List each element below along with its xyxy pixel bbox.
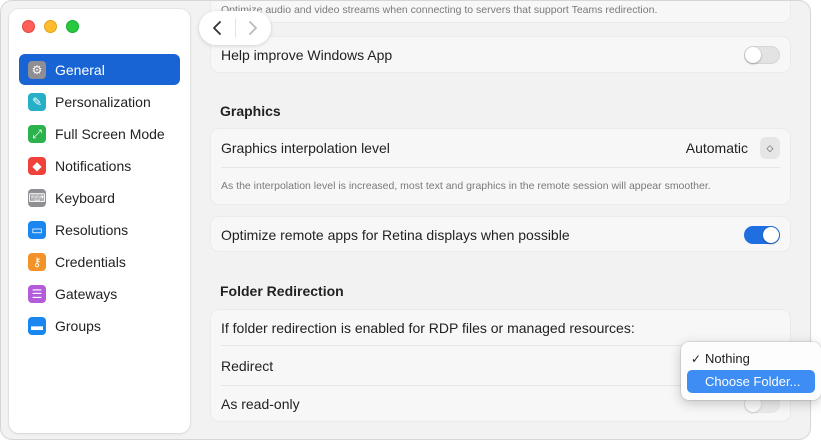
redirect-popup-menu: ✓ Nothing Choose Folder... bbox=[681, 342, 821, 400]
graphics-heading: Graphics bbox=[220, 103, 281, 119]
retina-card: Optimize remote apps for Retina displays… bbox=[210, 216, 791, 252]
bell-icon: ◆ bbox=[28, 156, 46, 175]
folder-intro-text: If folder redirection is enabled for RDP… bbox=[221, 319, 635, 336]
brush-icon: ✎ bbox=[28, 92, 46, 111]
sidebar-item-label: Keyboard bbox=[55, 189, 115, 206]
fullscreen-icon: ⤢ bbox=[28, 124, 46, 143]
gear-icon: ⚙ bbox=[28, 60, 46, 79]
sidebar-item-label: Full Screen Mode bbox=[55, 125, 165, 142]
folder-icon: ▬ bbox=[28, 316, 46, 335]
sidebar-item-label: Notifications bbox=[55, 157, 132, 174]
forward-button[interactable] bbox=[235, 11, 271, 45]
help-improve-toggle[interactable] bbox=[744, 46, 780, 64]
checkmark-icon: ✓ bbox=[690, 351, 702, 366]
interpolation-note: As the interpolation level is increased,… bbox=[221, 179, 711, 192]
teams-redirection-description: Optimize audio and video streams when co… bbox=[221, 4, 658, 16]
retina-toggle[interactable] bbox=[744, 226, 780, 244]
key-icon: ⚷ bbox=[28, 252, 46, 271]
sidebar-item-label: Credentials bbox=[55, 253, 126, 270]
minimize-window-button[interactable] bbox=[44, 20, 57, 33]
sidebar-item-label: Resolutions bbox=[55, 221, 129, 238]
sidebar-item-personalization[interactable]: ✎ Personalization bbox=[19, 86, 180, 117]
teams-redirection-card: Optimize audio and video streams when co… bbox=[210, 1, 791, 23]
sidebar-item-groups[interactable]: ▬ Groups bbox=[19, 310, 180, 341]
interpolation-select[interactable]: Automatic bbox=[686, 140, 748, 156]
sidebar: ⚙ General ✎ Personalization ⤢ Full Scree… bbox=[9, 9, 190, 433]
sidebar-item-notifications[interactable]: ◆ Notifications bbox=[19, 150, 180, 181]
sidebar-item-label: Personalization bbox=[55, 93, 151, 110]
chevron-left-icon bbox=[212, 21, 221, 35]
readonly-label: As read-only bbox=[221, 396, 300, 412]
sidebar-item-credentials[interactable]: ⚷ Credentials bbox=[19, 246, 180, 277]
menu-item-choose-folder[interactable]: Choose Folder... bbox=[687, 370, 815, 393]
help-improve-card: Help improve Windows App bbox=[210, 36, 791, 73]
display-icon: ▭ bbox=[28, 220, 46, 239]
sidebar-list: ⚙ General ✎ Personalization ⤢ Full Scree… bbox=[19, 54, 180, 342]
sidebar-item-label: Groups bbox=[55, 317, 101, 334]
sidebar-item-full-screen-mode[interactable]: ⤢ Full Screen Mode bbox=[19, 118, 180, 149]
back-button[interactable] bbox=[199, 11, 235, 45]
sidebar-item-label: General bbox=[55, 61, 105, 78]
help-improve-label: Help improve Windows App bbox=[221, 47, 393, 63]
keyboard-icon: ⌨ bbox=[28, 188, 46, 207]
sidebar-item-general[interactable]: ⚙ General bbox=[19, 54, 180, 85]
menu-item-label: Choose Folder... bbox=[705, 374, 801, 389]
close-window-button[interactable] bbox=[22, 20, 35, 33]
sidebar-item-gateways[interactable]: ☰ Gateways bbox=[19, 278, 180, 309]
updown-chevron-icon[interactable]: ◇ bbox=[760, 137, 780, 159]
navigation-buttons bbox=[199, 11, 271, 45]
sidebar-item-keyboard[interactable]: ⌨ Keyboard bbox=[19, 182, 180, 213]
interpolation-label: Graphics interpolation level bbox=[221, 140, 390, 156]
menu-item-nothing[interactable]: ✓ Nothing bbox=[687, 347, 815, 370]
chevron-right-icon bbox=[249, 21, 258, 35]
graphics-card: Graphics interpolation level Automatic ◇… bbox=[210, 128, 791, 205]
redirect-label: Redirect bbox=[221, 357, 274, 374]
folder-redirection-heading: Folder Redirection bbox=[220, 283, 344, 299]
sidebar-item-resolutions[interactable]: ▭ Resolutions bbox=[19, 214, 180, 245]
gateway-icon: ☰ bbox=[28, 284, 46, 303]
retina-label: Optimize remote apps for Retina displays… bbox=[221, 227, 570, 243]
menu-item-label: Nothing bbox=[705, 351, 750, 366]
zoom-window-button[interactable] bbox=[66, 20, 79, 33]
sidebar-item-label: Gateways bbox=[55, 285, 118, 302]
